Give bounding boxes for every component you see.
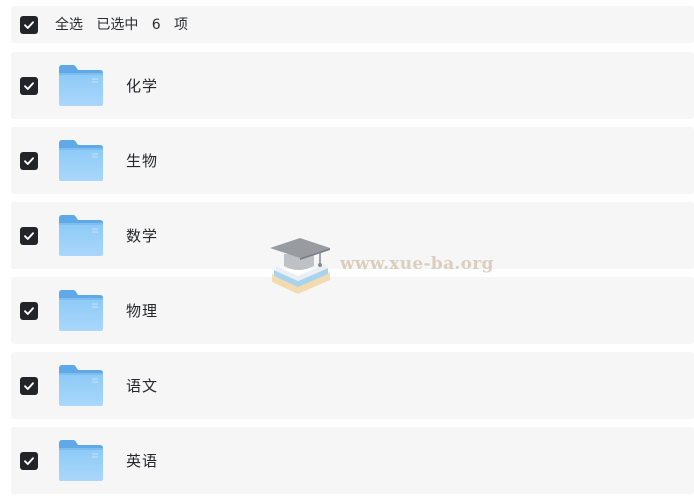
check-icon [24, 307, 34, 315]
file-list-page: 全选 已选中 6 项 化学生物数学物理语文英语 www.xue-ba.org [0, 0, 694, 500]
folder-name: 化学 [126, 77, 159, 95]
selected-suffix: 项 [174, 17, 188, 33]
folder-name: 物理 [126, 302, 159, 320]
check-icon [24, 382, 34, 390]
check-icon [24, 457, 34, 465]
row-checkbox[interactable] [20, 302, 38, 320]
select-all-checkbox[interactable] [20, 16, 38, 34]
folder-name: 英语 [126, 452, 159, 470]
folder-row[interactable]: 英语 [11, 427, 694, 494]
graduation-cap-icon [270, 238, 330, 294]
folder-row[interactable]: 化学 [11, 52, 694, 119]
row-checkbox[interactable] [20, 377, 38, 395]
selection-summary: 全选 已选中 6 项 [55, 16, 188, 34]
select-all-bar: 全选 已选中 6 项 [11, 6, 694, 43]
row-checkbox[interactable] [20, 452, 38, 470]
folder-icon [58, 64, 104, 107]
watermark-text: www.xue-ba.org [340, 254, 494, 274]
row-checkbox[interactable] [20, 77, 38, 95]
check-icon [24, 82, 34, 90]
folder-name: 语文 [126, 377, 159, 395]
folder-name: 生物 [126, 152, 159, 170]
watermark: www.xue-ba.org [268, 234, 498, 300]
check-icon [24, 21, 34, 29]
folder-name: 数学 [126, 227, 159, 245]
folder-icon [58, 364, 104, 407]
select-all-label[interactable]: 全选 [55, 17, 83, 33]
selected-prefix: 已选中 [96, 17, 139, 33]
check-icon [24, 232, 34, 240]
selected-count: 6 [151, 17, 161, 33]
row-checkbox[interactable] [20, 152, 38, 170]
folder-icon [58, 214, 104, 257]
folder-icon [58, 139, 104, 182]
check-icon [24, 157, 34, 165]
folder-row[interactable]: 语文 [11, 352, 694, 419]
folder-row[interactable]: 生物 [11, 127, 694, 194]
folder-icon [58, 289, 104, 332]
folder-icon [58, 439, 104, 482]
row-checkbox[interactable] [20, 227, 38, 245]
